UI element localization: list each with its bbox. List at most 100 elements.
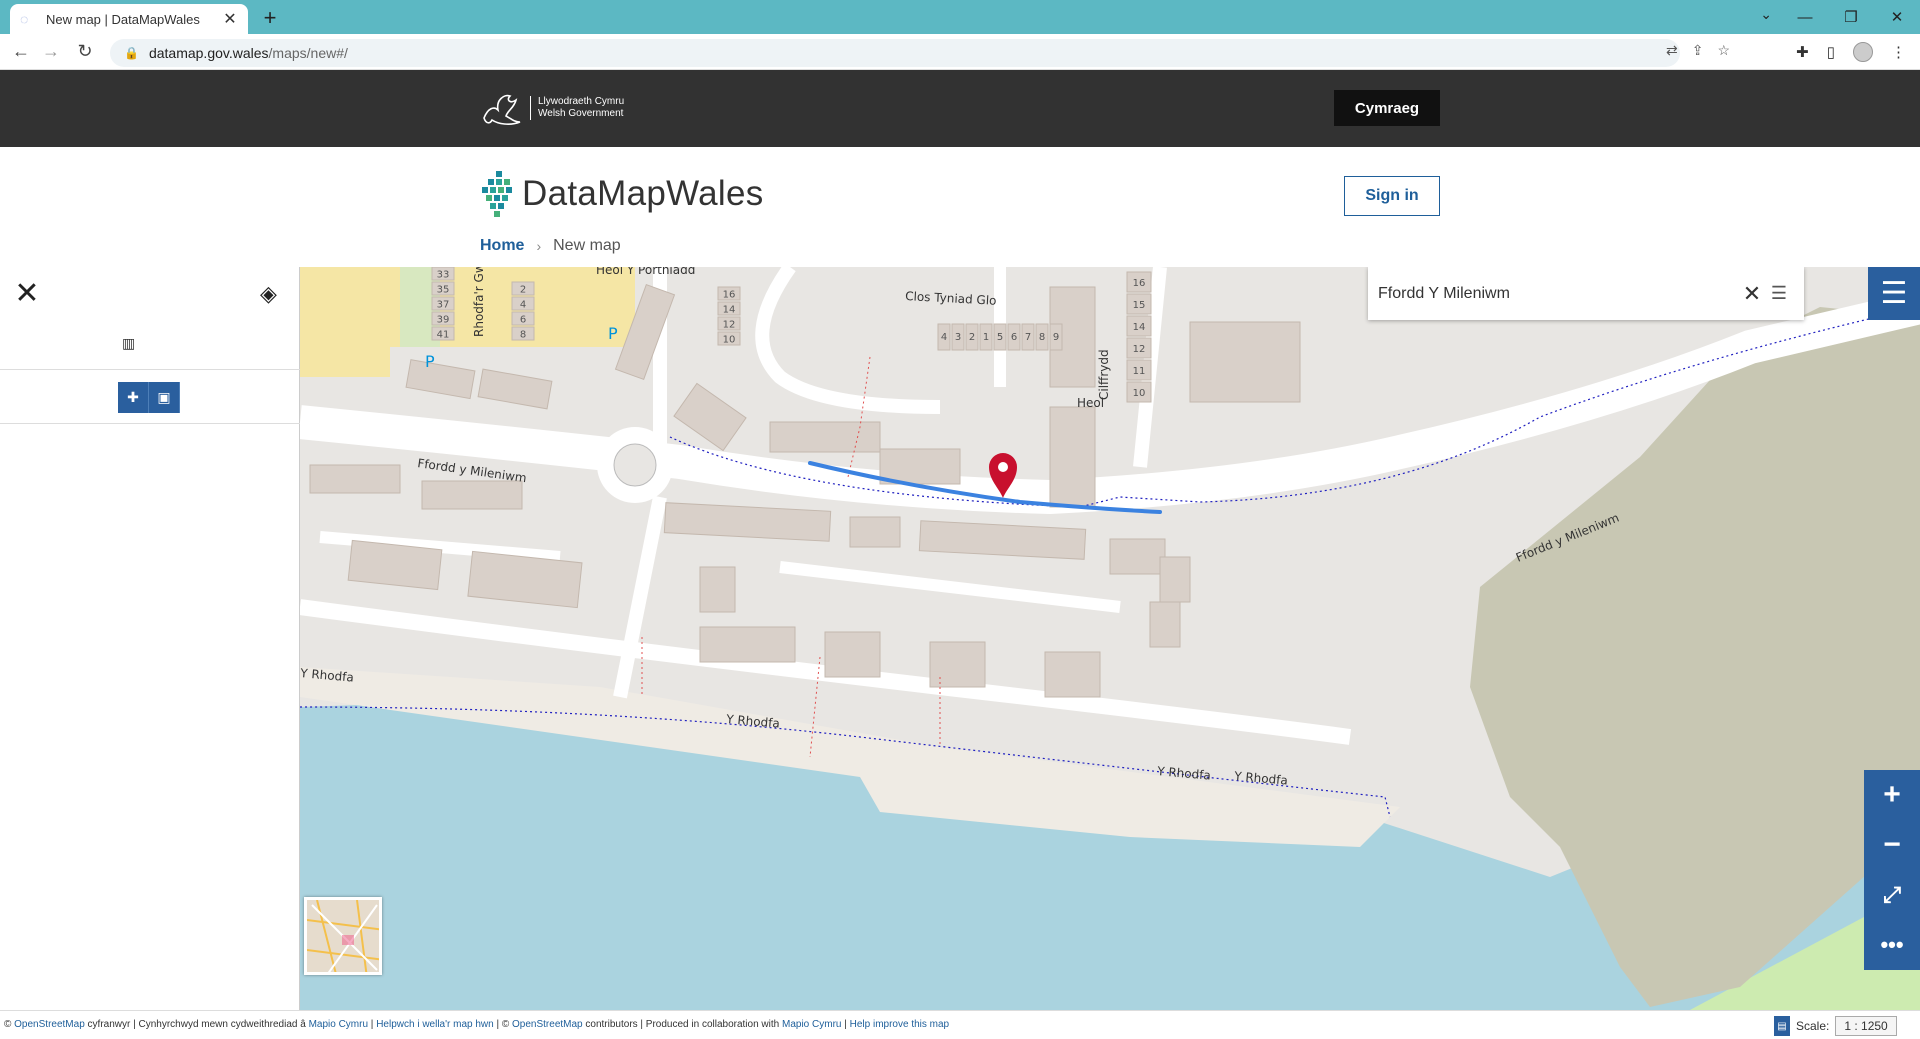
layers-icon[interactable]: ◈	[260, 281, 277, 307]
street-label: Rhodfa'r Gwe	[472, 267, 486, 337]
house-number: 3	[955, 332, 961, 343]
language-toggle-button[interactable]: Cymraeg	[1334, 90, 1440, 126]
tab-favicon-icon: ◌	[20, 11, 29, 27]
house-number: 9	[1053, 332, 1059, 343]
add-folder-icon[interactable]: ▣	[149, 382, 180, 413]
attribution-separator: |	[841, 1019, 850, 1030]
back-icon[interactable]: ←	[10, 41, 32, 62]
more-options-icon[interactable]: •••	[1864, 920, 1920, 970]
browser-menu-icon[interactable]: ⋮	[1891, 43, 1906, 61]
address-bar[interactable]: 🔒 datamap.gov.wales /maps/new#/	[110, 39, 1680, 67]
house-number: 33	[437, 270, 450, 281]
minimize-icon[interactable]: —	[1782, 0, 1828, 34]
window-close-icon[interactable]: ✕	[1874, 0, 1920, 34]
parking-label: P	[608, 324, 618, 343]
datamapwales-logo[interactable]: DataMapWales	[480, 169, 764, 219]
search-menu-icon[interactable]: ☰	[1764, 283, 1794, 304]
street-label: Cilffrydd	[1097, 349, 1111, 400]
house-number: 12	[1133, 344, 1146, 355]
house-number: 5	[997, 332, 1003, 343]
reload-icon[interactable]: ↻	[74, 41, 96, 62]
osm-link[interactable]: OpenStreetMap	[14, 1019, 85, 1030]
map-controls: + − ⤢ •••	[1864, 770, 1920, 970]
overview-map-thumbnail[interactable]	[304, 897, 382, 975]
help-improve-en-link[interactable]: Help improve this map	[850, 1019, 949, 1030]
mapio-cymru-link[interactable]: Mapio Cymru	[782, 1019, 841, 1030]
site-name: DataMapWales	[522, 174, 764, 213]
search-input[interactable]: Ffordd Y Mileniwm	[1378, 285, 1740, 303]
street-label: Heol Y Porthladd	[596, 267, 695, 277]
scale-value[interactable]: 1 : 1250	[1835, 1016, 1897, 1036]
gov-logo-line1: Llywodraeth Cymru	[538, 96, 625, 107]
scale-lock-icon[interactable]: ▤	[1774, 1016, 1790, 1036]
house-number: 16	[1133, 278, 1146, 289]
map-tools-icon[interactable]: ▥	[122, 335, 135, 352]
government-bar: Llywodraeth Cymru Welsh Government Cymra…	[0, 70, 1920, 147]
url-path: /maps/new#/	[268, 45, 348, 61]
dragon-icon	[483, 94, 521, 125]
restore-icon[interactable]: ❐	[1828, 0, 1874, 34]
map-canvas[interactable]: P P Heol Y Porthladd Clos Tyniad Glo Rho…	[300, 267, 1920, 1010]
footpath	[847, 356, 871, 478]
overview-map-image	[307, 900, 379, 972]
new-tab-icon[interactable]: +	[258, 5, 282, 31]
map-search-box[interactable]: Ffordd Y Mileniwm ✕ ☰	[1368, 267, 1804, 320]
welsh-government-logo[interactable]: Llywodraeth Cymru Welsh Government	[480, 88, 624, 128]
browser-tab-bar: ◌ New map | DataMapWales ✕ + ⌄ — ❐ ✕	[0, 0, 1920, 34]
osm-link[interactable]: OpenStreetMap	[512, 1019, 583, 1030]
tab-close-icon[interactable]: ✕	[222, 9, 238, 29]
fullscreen-icon[interactable]: ⤢	[1864, 870, 1920, 920]
street-label: Heol	[1077, 396, 1104, 410]
add-layer-icon[interactable]: ✚	[118, 382, 149, 413]
mapio-cymru-link[interactable]: Mapio Cymru	[309, 1019, 368, 1030]
forward-icon[interactable]: →	[40, 41, 62, 62]
main-menu-icon[interactable]: ☰	[1868, 267, 1920, 320]
profile-avatar[interactable]	[1853, 42, 1873, 62]
house-number: 41	[437, 330, 450, 341]
house-number: 14	[1133, 322, 1146, 333]
panel-divider	[0, 369, 300, 370]
help-improve-cy-link[interactable]: Helpwch i wella'r map hwn	[376, 1019, 494, 1030]
zoom-out-icon[interactable]: −	[1864, 820, 1920, 870]
attribution-text: | ©	[493, 1019, 513, 1030]
breadcrumb: Home › New map	[480, 237, 621, 255]
house-number: 8	[1039, 332, 1045, 343]
breadcrumb-home-link[interactable]: Home	[480, 237, 524, 255]
house-number: 35	[437, 285, 450, 296]
status-bar: © OpenStreetMap cyfranwyr | Cynhyrchwyd …	[0, 1010, 1920, 1039]
house-number: 4	[941, 332, 947, 343]
attribution-text: contributors | Produced in collaboration…	[582, 1019, 782, 1030]
house-number: 2	[520, 285, 526, 296]
gov-logo-line2: Welsh Government	[538, 108, 624, 119]
zoom-in-icon[interactable]: +	[1864, 770, 1920, 820]
chevron-right-icon: ›	[536, 238, 542, 254]
tab-title: New map | DataMapWales	[46, 11, 200, 27]
house-number: 6	[520, 315, 526, 326]
street-label: Clos Tyniad Glo	[905, 289, 997, 308]
extensions-icon[interactable]: ✚	[1796, 43, 1809, 61]
house-number: 1	[983, 332, 989, 343]
house-number: 12	[723, 320, 736, 331]
house-number: 4	[520, 300, 526, 311]
house-number: 7	[1025, 332, 1031, 343]
translate-icon[interactable]: ⇄	[1666, 42, 1678, 59]
house-number: 37	[437, 300, 450, 311]
sign-in-button[interactable]: Sign in	[1344, 176, 1440, 216]
house-number: 15	[1133, 300, 1146, 311]
tab-search-icon[interactable]: ⌄	[1760, 6, 1772, 23]
site-header: DataMapWales Sign in Home › New map	[0, 147, 1920, 267]
lock-icon: 🔒	[124, 46, 139, 60]
clear-search-icon[interactable]: ✕	[1740, 281, 1764, 307]
house-number: 8	[520, 330, 526, 341]
left-panel: ✕ ◈ ▥ ✚ ▣	[0, 267, 300, 1010]
browser-tab[interactable]: ◌ New map | DataMapWales ✕	[10, 4, 248, 34]
gov-logo-text: Llywodraeth Cymru Welsh Government	[530, 96, 624, 120]
bookmark-star-icon[interactable]: ☆	[1717, 42, 1730, 59]
share-icon[interactable]: ⇪	[1692, 42, 1704, 59]
side-panel-icon[interactable]: ▯	[1827, 43, 1835, 61]
close-panel-icon[interactable]: ✕	[12, 279, 42, 309]
panel-button-group: ✚ ▣	[118, 382, 180, 413]
house-number: 11	[1133, 366, 1146, 377]
scale-control: ▤ Scale: 1 : 1250	[1774, 1016, 1897, 1036]
map-svg[interactable]: P P Heol Y Porthladd Clos Tyniad Glo Rho…	[300, 267, 1920, 1010]
